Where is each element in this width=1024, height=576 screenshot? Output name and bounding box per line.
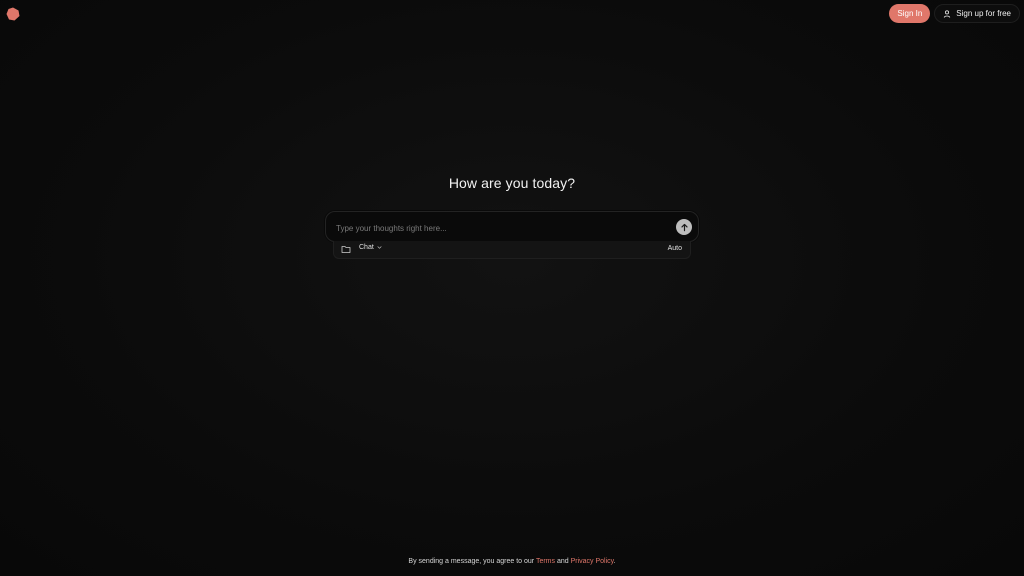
page: Sign In Sign up for free How are you tod… — [0, 0, 1024, 576]
terms-link[interactable]: Terms — [536, 558, 555, 565]
notice-and: and — [555, 558, 571, 565]
sign-up-label: Sign up for free — [956, 9, 1011, 18]
composer-toolbar: Chat Auto — [333, 241, 691, 259]
send-button[interactable] — [676, 219, 692, 235]
arrow-up-icon — [680, 223, 688, 231]
page-title: How are you today? — [448, 175, 576, 191]
mode-dropdown[interactable]: Chat — [359, 244, 382, 251]
message-input[interactable] — [334, 220, 668, 236]
auto-model-selector[interactable]: Auto — [668, 245, 682, 252]
chevron-down-icon — [377, 246, 382, 249]
user-icon — [944, 9, 951, 18]
folder-icon[interactable] — [341, 244, 351, 254]
sign-up-button[interactable]: Sign up for free — [934, 4, 1020, 23]
privacy-policy-link[interactable]: Privacy Policy — [571, 558, 614, 565]
header-actions: Sign In Sign up for free — [889, 4, 1020, 23]
app-logo-icon[interactable] — [6, 7, 20, 21]
message-composer — [325, 211, 699, 242]
mode-label: Chat — [359, 244, 374, 251]
sign-in-button[interactable]: Sign In — [889, 4, 931, 23]
notice-prefix: By sending a message, you agree to our — [408, 558, 536, 565]
terms-notice: By sending a message, you agree to our T… — [0, 558, 1024, 565]
notice-suffix: . — [613, 558, 616, 565]
top-bar: Sign In Sign up for free — [0, 0, 1024, 28]
